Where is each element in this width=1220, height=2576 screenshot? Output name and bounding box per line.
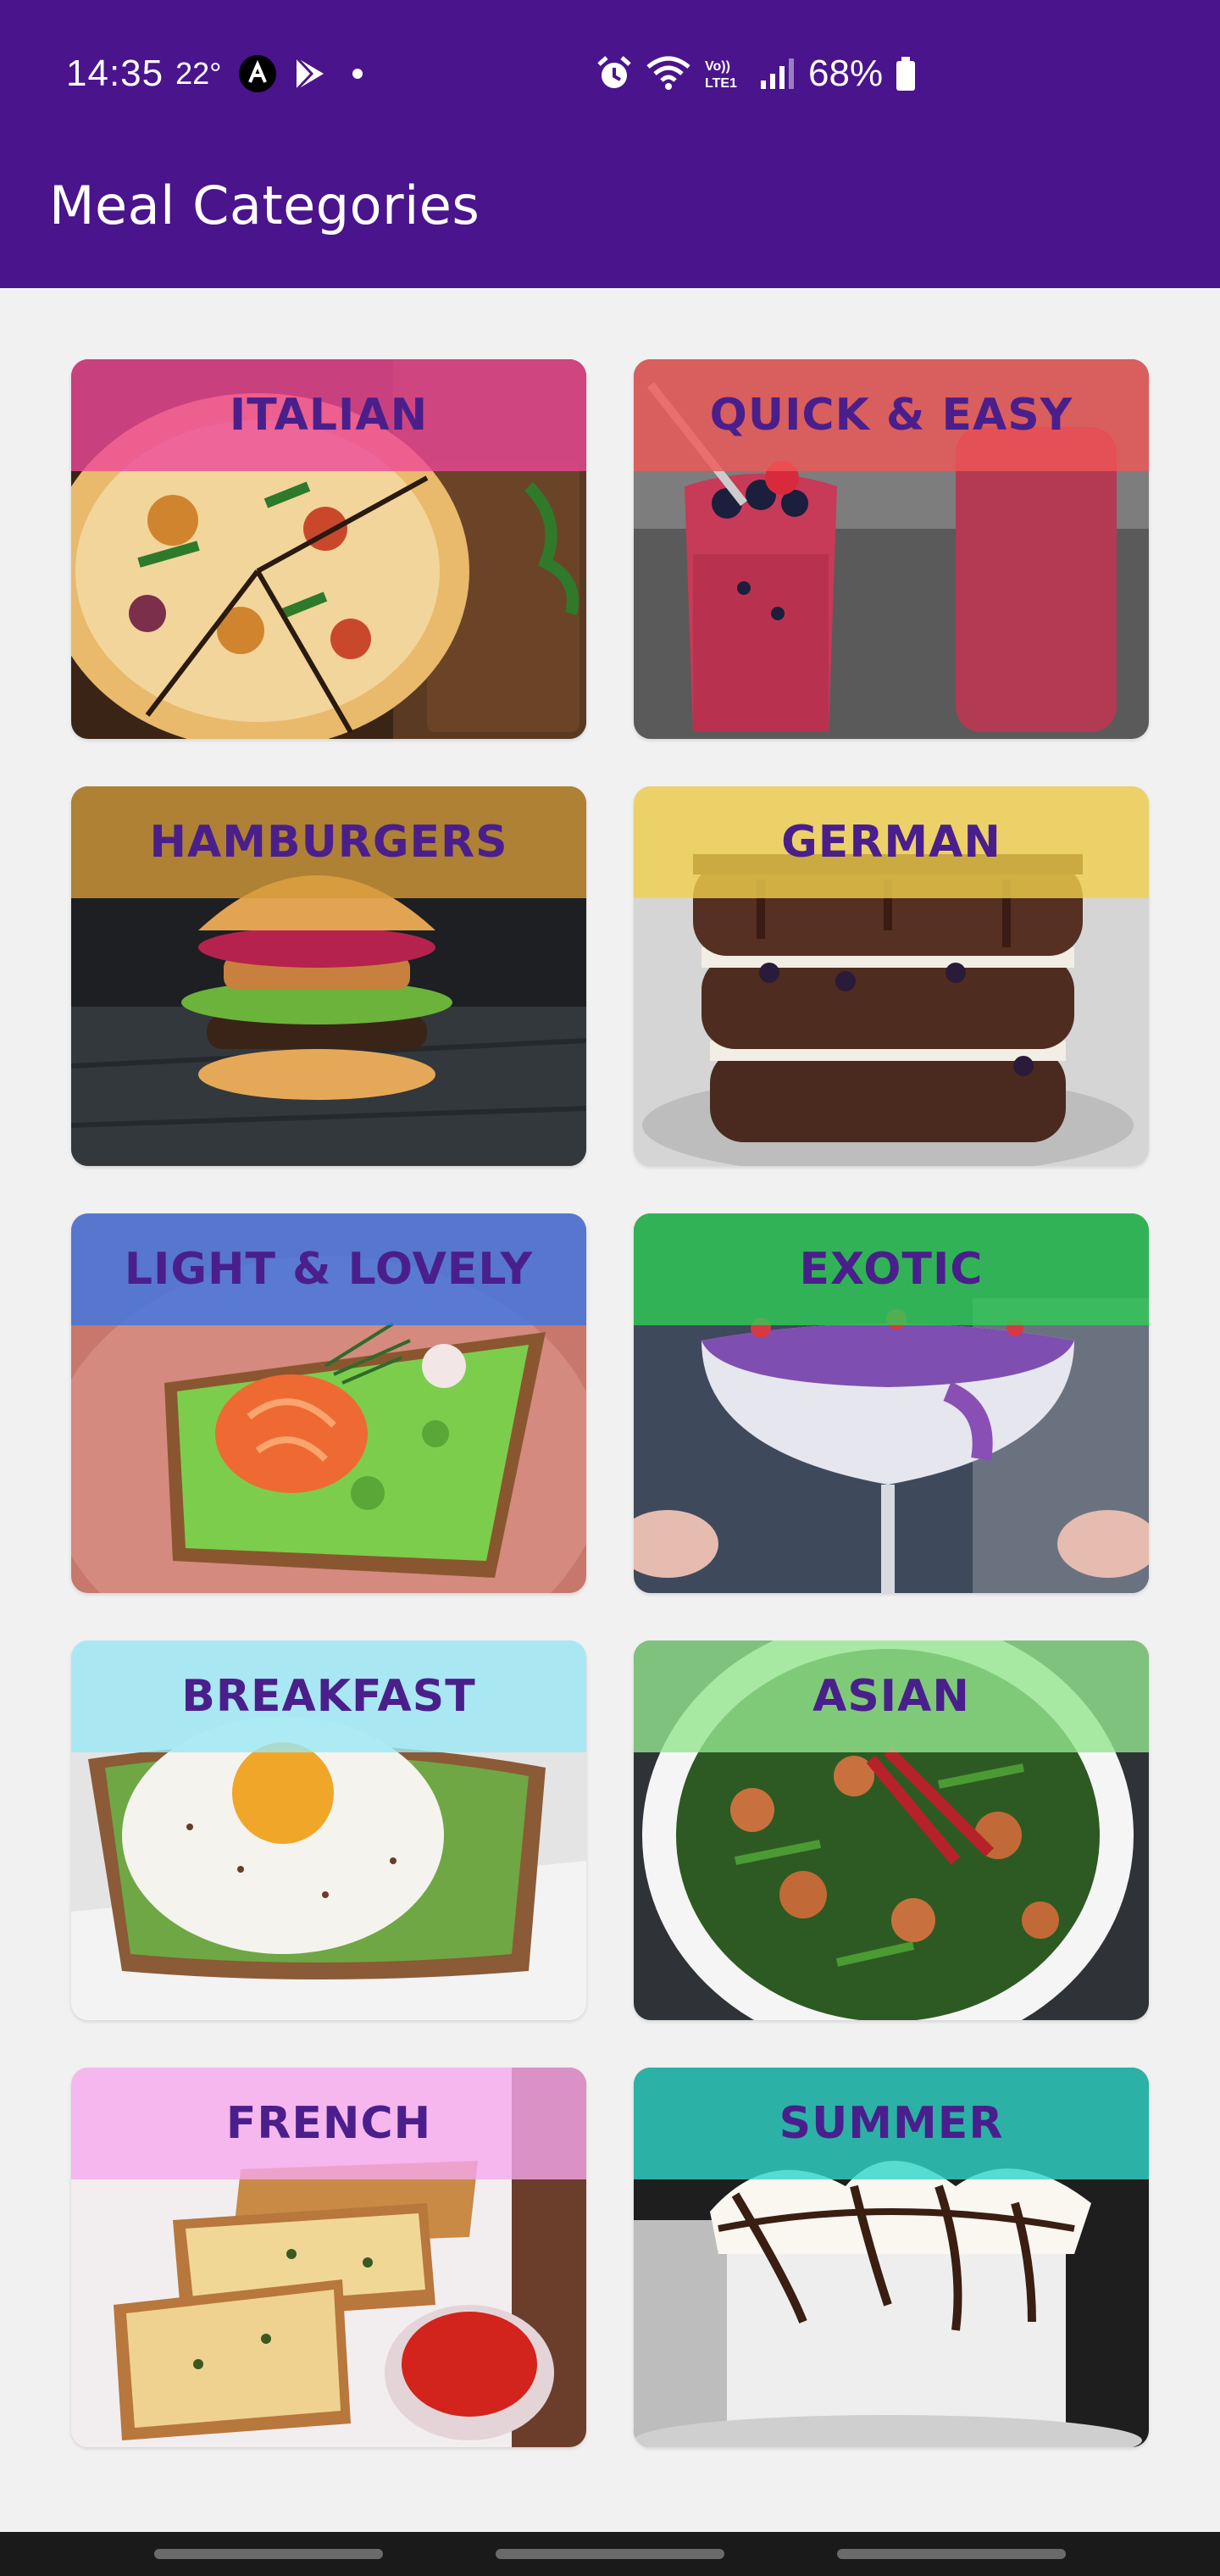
category-band: FRENCH [71, 2068, 586, 2179]
nav-handle-right[interactable] [837, 2549, 1066, 2559]
category-card-italian[interactable]: ITALIAN [71, 359, 586, 739]
category-grid: ITALIAN QUICK & EASY HAMBURGERS GERMAN L… [71, 359, 1149, 2447]
status-left-group: 14:35 22° [66, 53, 363, 95]
a-circle-icon [238, 55, 276, 92]
status-time: 14:35 [66, 53, 164, 94]
svg-text:LTE1: LTE1 [705, 76, 737, 91]
volte-lte-icon: Vo)) LTE1 [705, 59, 737, 91]
category-card-breakfast[interactable]: BREAKFAST [71, 1641, 586, 2020]
category-band: HAMBURGERS [71, 786, 586, 898]
notification-dot-icon [352, 69, 363, 79]
category-label: FRENCH [225, 2098, 432, 2149]
category-label: HAMBURGERS [149, 817, 508, 868]
alarm-icon [597, 56, 631, 88]
category-band: EXOTIC [634, 1213, 1149, 1325]
category-band: ITALIAN [71, 359, 586, 471]
category-band: LIGHT & LOVELY [71, 1213, 586, 1325]
category-card-summer[interactable]: SUMMER [634, 2068, 1149, 2447]
system-navigation-bar [0, 2532, 1220, 2576]
category-card-german[interactable]: GERMAN [634, 786, 1149, 1166]
wifi-icon [646, 56, 690, 90]
status-right-group: Vo)) LTE1 68% [595, 53, 917, 95]
category-label: ITALIAN [229, 390, 429, 441]
category-band: BREAKFAST [71, 1641, 586, 1752]
play-store-icon [295, 56, 324, 92]
category-label: ASIAN [812, 1671, 970, 1722]
category-card-french[interactable]: FRENCH [71, 2068, 586, 2447]
page-title: Meal Categories [49, 175, 480, 236]
category-label: LIGHT & LOVELY [124, 1244, 534, 1295]
category-band: SUMMER [634, 2068, 1149, 2179]
top-app-area: 14:35 22° Vo)) LTE1 68% Meal Categories [0, 0, 1220, 288]
category-card-exotic[interactable]: EXOTIC [634, 1213, 1149, 1593]
category-label: EXOTIC [799, 1244, 984, 1295]
category-label: QUICK & EASY [709, 390, 1073, 441]
category-label: BREAKFAST [181, 1671, 476, 1722]
category-card-quick-and-easy[interactable]: QUICK & EASY [634, 359, 1149, 739]
battery-icon [896, 57, 916, 91]
svg-text:Vo)): Vo)) [705, 59, 730, 74]
signal-icon [761, 58, 794, 89]
category-label: SUMMER [779, 2098, 1004, 2149]
nav-handle-center[interactable] [496, 2549, 724, 2559]
status-bar: 14:35 22° Vo)) LTE1 68% [0, 34, 1220, 110]
battery-level: 68% [808, 53, 884, 94]
category-label: GERMAN [781, 817, 1001, 868]
nav-handle-left[interactable] [154, 2549, 383, 2559]
category-band: QUICK & EASY [634, 359, 1149, 471]
category-card-light-and-lovely[interactable]: LIGHT & LOVELY [71, 1213, 586, 1593]
status-temperature: 22° [175, 56, 222, 91]
category-card-hamburgers[interactable]: HAMBURGERS [71, 786, 586, 1166]
category-band: ASIAN [634, 1641, 1149, 1752]
category-card-asian[interactable]: ASIAN [634, 1641, 1149, 2020]
category-band: GERMAN [634, 786, 1149, 898]
